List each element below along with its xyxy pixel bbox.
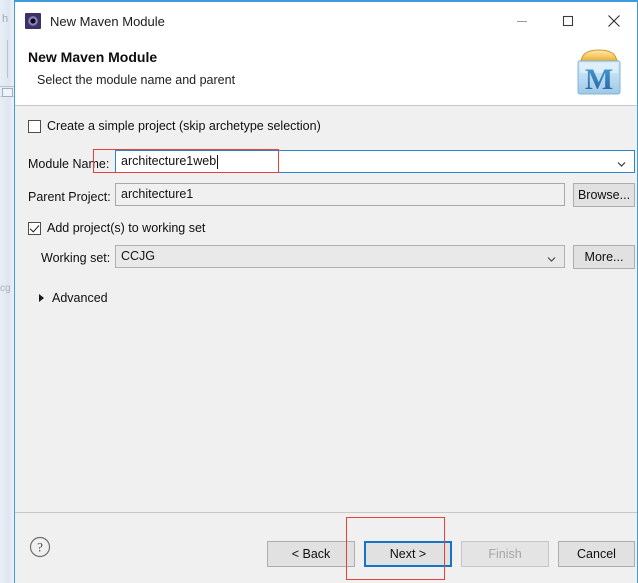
working-set-label: Working set: xyxy=(41,251,111,265)
screen: h cg New Maven Module New Maven Module S… xyxy=(0,0,638,583)
dialog-footer: ? < Back Next > Finish Cancel xyxy=(15,512,637,583)
module-name-value: architecture1web xyxy=(121,154,217,169)
dialog-body: Create a simple project (skip archetype … xyxy=(15,106,637,512)
add-to-working-set-checkbox[interactable]: Add project(s) to working set xyxy=(28,221,205,235)
parent-project-label: Parent Project: xyxy=(28,190,111,204)
svg-text:?: ? xyxy=(37,540,43,555)
background-widget-box xyxy=(2,88,13,97)
text-caret xyxy=(217,154,219,169)
back-button[interactable]: < Back xyxy=(267,541,355,567)
create-simple-project-label: Create a simple project (skip archetype … xyxy=(47,119,321,133)
more-button[interactable]: More... xyxy=(573,245,635,269)
checkbox-box-working-set[interactable] xyxy=(28,221,41,235)
finish-button[interactable]: Finish xyxy=(461,541,549,567)
module-name-label: Module Name: xyxy=(28,157,110,171)
close-icon[interactable] xyxy=(591,2,637,40)
cancel-button[interactable]: Cancel xyxy=(558,541,635,567)
create-simple-project-checkbox[interactable]: Create a simple project (skip archetype … xyxy=(28,119,321,133)
dialog-header: New Maven Module Select the module name … xyxy=(15,40,637,106)
working-set-value: CCJG xyxy=(121,249,156,264)
checkbox-box-simple-project[interactable] xyxy=(28,119,41,133)
minimize-icon[interactable] xyxy=(499,2,545,40)
working-set-combo[interactable]: CCJG xyxy=(115,245,565,268)
triangle-right-icon[interactable] xyxy=(39,294,44,302)
chevron-down-icon[interactable] xyxy=(617,157,626,167)
window-controls xyxy=(499,2,637,40)
svg-text:M: M xyxy=(585,63,613,96)
maven-module-icon xyxy=(25,13,41,29)
help-question-icon[interactable]: ? xyxy=(28,535,52,559)
background-text-mid: cg xyxy=(0,283,11,294)
dialog-title: New Maven Module xyxy=(50,13,165,29)
parent-project-value: architecture1 xyxy=(121,187,194,202)
module-name-input[interactable]: architecture1web xyxy=(115,150,635,173)
maven-logo-icon: M xyxy=(570,44,628,100)
page-title: New Maven Module xyxy=(28,49,158,65)
add-to-working-set-label: Add project(s) to working set xyxy=(47,221,206,235)
background-divider-vertical xyxy=(7,40,8,78)
chevron-down-icon[interactable] xyxy=(547,252,556,262)
background-text-top: h xyxy=(2,13,9,25)
maximize-icon[interactable] xyxy=(545,2,591,40)
parent-project-input[interactable]: architecture1 xyxy=(115,183,565,206)
advanced-label: Advanced xyxy=(52,291,108,305)
next-button[interactable]: Next > xyxy=(364,541,452,567)
new-maven-module-dialog: New Maven Module New Maven Module Select… xyxy=(14,0,638,583)
dialog-titlebar[interactable]: New Maven Module xyxy=(15,2,637,40)
browse-button[interactable]: Browse... xyxy=(573,183,635,207)
page-subtitle: Select the module name and parent xyxy=(37,73,236,87)
advanced-toggle[interactable]: Advanced xyxy=(39,291,108,305)
